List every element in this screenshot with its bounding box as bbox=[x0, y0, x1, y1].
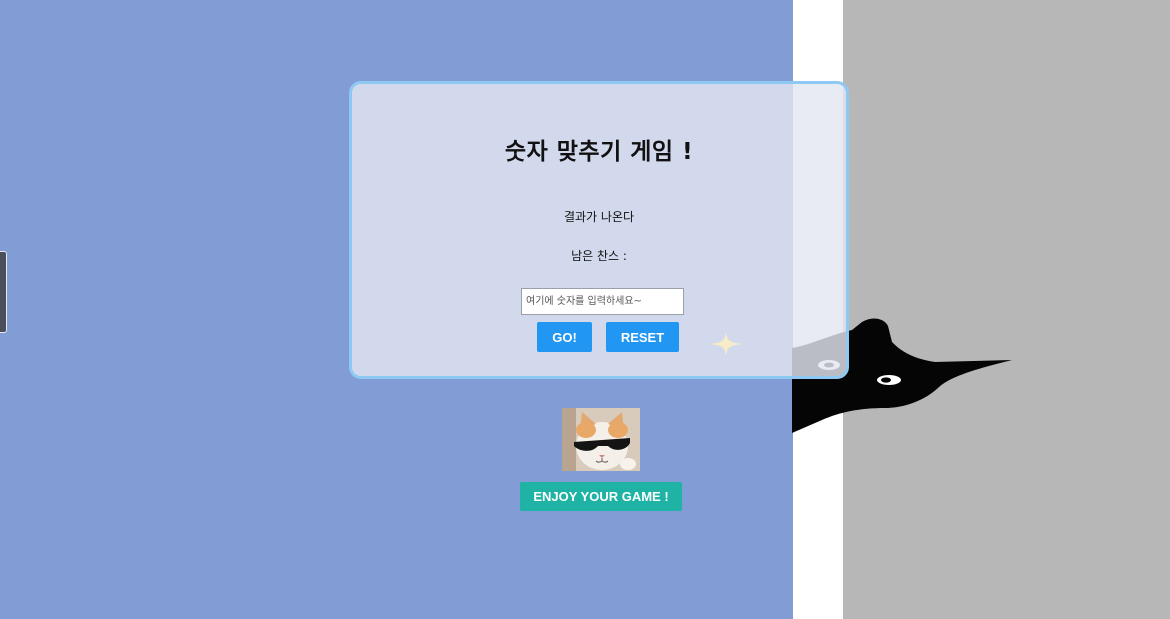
background-gray-panel bbox=[843, 0, 1170, 619]
side-drawer-handle[interactable] bbox=[0, 251, 7, 333]
game-card: 숫자 맞추기 게임 ! 결과가 나온다 남은 찬스 : GO! RESET bbox=[349, 81, 849, 379]
cat-photo-icon bbox=[562, 408, 640, 471]
game-stage: 숫자 맞추기 게임 ! 결과가 나온다 남은 찬스 : GO! RESET bbox=[0, 0, 1170, 619]
number-input[interactable] bbox=[521, 288, 684, 315]
result-message: 결과가 나온다 bbox=[563, 210, 635, 224]
remaining-chances-label: 남은 찬스 : bbox=[571, 249, 627, 263]
reset-button[interactable]: RESET bbox=[606, 322, 679, 352]
enjoy-your-game-button[interactable]: ENJOY YOUR GAME ! bbox=[520, 482, 682, 511]
game-title: 숫자 맞추기 게임 ! bbox=[504, 139, 694, 165]
go-button[interactable]: GO! bbox=[537, 322, 592, 352]
sparkle-icon bbox=[708, 332, 744, 356]
cat-with-sunglasses-image bbox=[562, 408, 640, 471]
